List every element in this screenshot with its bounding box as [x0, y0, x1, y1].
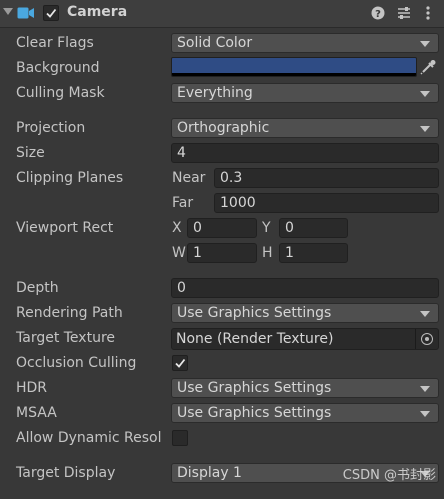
object-field-divider: [415, 329, 416, 349]
allow-dynamic-resolution-checkbox[interactable]: [172, 430, 188, 446]
alpha-bar: [172, 73, 416, 76]
far-label: Far: [172, 195, 194, 211]
far-value: 1000: [220, 195, 256, 211]
projection-label: Projection: [16, 120, 86, 136]
viewport-y-label: Y: [262, 220, 271, 236]
viewport-y-field[interactable]: 0: [279, 218, 348, 238]
object-picker-icon[interactable]: [421, 333, 433, 345]
viewport-rect-label: Viewport Rect: [16, 220, 114, 236]
hdr-dropdown[interactable]: Use Graphics Settings: [171, 378, 439, 398]
foldout-arrow-icon[interactable]: [3, 8, 13, 15]
checkmark-icon: [46, 8, 57, 18]
eyedropper-icon[interactable]: [418, 58, 438, 76]
size-label: Size: [16, 145, 45, 161]
near-field[interactable]: 0.3: [214, 168, 439, 188]
viewport-x-field[interactable]: 0: [187, 218, 257, 238]
hdr-value: Use Graphics Settings: [177, 380, 332, 396]
dropdown-arrow-icon: [420, 411, 430, 417]
more-options-icon[interactable]: [420, 5, 436, 21]
depth-label: Depth: [16, 280, 59, 296]
clear-flags-value: Solid Color: [177, 35, 253, 51]
dropdown-arrow-icon: [420, 386, 430, 392]
component-title: Camera: [67, 4, 128, 20]
far-field[interactable]: 1000: [214, 193, 439, 213]
clipping-planes-label: Clipping Planes: [16, 170, 124, 186]
culling-mask-value: Everything: [177, 85, 253, 101]
rendering-path-dropdown[interactable]: Use Graphics Settings: [171, 303, 439, 323]
near-label: Near: [172, 170, 206, 186]
clear-flags-dropdown[interactable]: Solid Color: [171, 33, 439, 53]
size-value: 4: [177, 145, 186, 161]
rendering-path-label: Rendering Path: [16, 305, 123, 321]
projection-value: Orthographic: [177, 120, 270, 136]
viewport-x-label: X: [172, 220, 182, 236]
svg-text:?: ?: [375, 9, 381, 20]
viewport-h-label: H: [262, 245, 273, 261]
viewport-x-value: 0: [193, 220, 202, 236]
background-label: Background: [16, 60, 100, 76]
culling-mask-dropdown[interactable]: Everything: [171, 83, 439, 103]
target-display-label: Target Display: [16, 465, 116, 481]
target-display-value: Display 1: [177, 465, 242, 481]
dropdown-arrow-icon: [420, 311, 430, 317]
target-texture-value: None (Render Texture): [176, 331, 334, 347]
viewport-w-field[interactable]: 1: [187, 243, 257, 263]
msaa-label: MSAA: [16, 405, 57, 421]
near-value: 0.3: [220, 170, 243, 186]
dropdown-arrow-icon: [420, 41, 430, 47]
clear-flags-label: Clear Flags: [16, 35, 94, 51]
msaa-value: Use Graphics Settings: [177, 405, 332, 421]
target-texture-field[interactable]: None (Render Texture): [171, 328, 439, 350]
viewport-h-value: 1: [285, 245, 294, 261]
occlusion-culling-checkbox[interactable]: [172, 355, 188, 371]
allow-dynamic-resolution-label: Allow Dynamic Resol: [16, 430, 162, 446]
camera-icon: [17, 7, 34, 19]
msaa-dropdown[interactable]: Use Graphics Settings: [171, 403, 439, 423]
component-header: Camera ?: [0, 0, 444, 28]
viewport-w-label: W: [172, 245, 186, 261]
occlusion-culling-label: Occlusion Culling: [16, 355, 137, 371]
viewport-w-value: 1: [193, 245, 202, 261]
size-field[interactable]: 4: [171, 143, 439, 163]
viewport-y-value: 0: [285, 220, 294, 236]
component-enabled-checkbox[interactable]: [43, 5, 59, 21]
viewport-h-field[interactable]: 1: [279, 243, 348, 263]
background-color-field[interactable]: [171, 57, 417, 77]
culling-mask-label: Culling Mask: [16, 85, 105, 101]
hdr-label: HDR: [16, 380, 48, 396]
dropdown-arrow-icon: [420, 91, 430, 97]
rendering-path-value: Use Graphics Settings: [177, 305, 332, 321]
watermark: CSDN @书封影: [342, 468, 436, 483]
projection-dropdown[interactable]: Orthographic: [171, 118, 439, 138]
background-color-swatch: [172, 58, 416, 73]
checkmark-icon: [175, 358, 186, 368]
depth-field[interactable]: 0: [171, 278, 439, 298]
target-texture-label: Target Texture: [16, 330, 116, 346]
help-icon[interactable]: ?: [370, 5, 386, 21]
camera-inspector: Camera ? Clear Flags Solid Color Backgro…: [0, 0, 444, 499]
presets-icon[interactable]: [396, 5, 412, 21]
dropdown-arrow-icon: [420, 126, 430, 132]
depth-value: 0: [177, 280, 186, 296]
